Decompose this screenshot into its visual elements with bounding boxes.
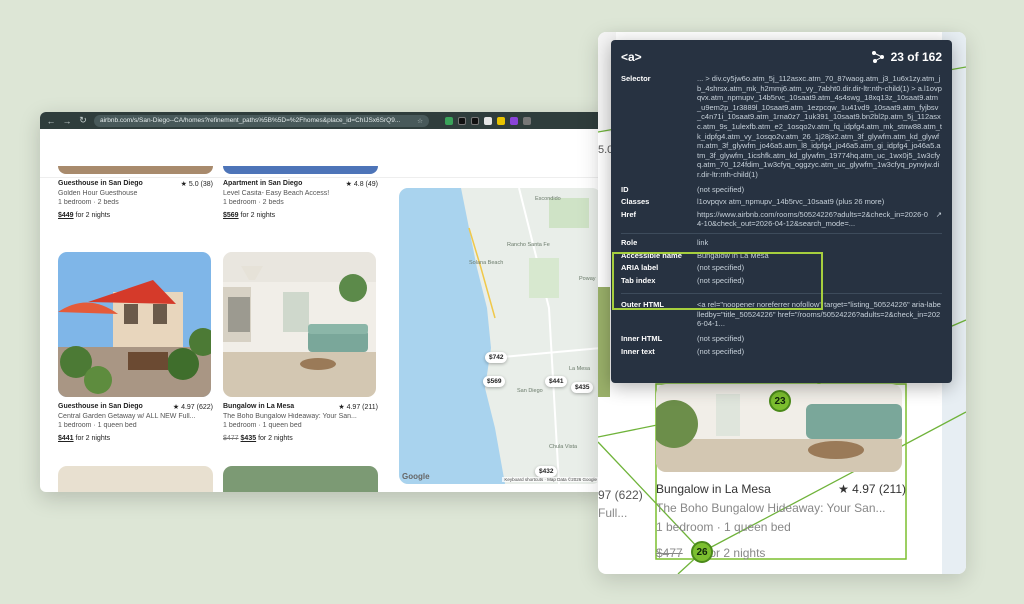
selector-value: ... > div.cy5jw6o.atm_5j_112asxc.atm_70_…: [697, 74, 943, 179]
listing-title: Guesthouse in San Diego: [58, 403, 143, 410]
element-marker-26[interactable]: 26: [691, 541, 713, 563]
href-label: Href: [621, 209, 637, 219]
listing-photo[interactable]: [223, 166, 378, 174]
extension-icon[interactable]: [484, 116, 492, 125]
listing-price: $569 for 2 nights: [223, 212, 276, 219]
reload-icon[interactable]: ↻: [78, 115, 88, 126]
zoomed-listing-desc: The Boho Bungalow Hideaway: Your San...: [656, 501, 886, 515]
listing-beds: 1 bedroom · 1 queen bed: [223, 422, 302, 429]
listing-title: Guesthouse in San Diego: [58, 180, 143, 187]
listing-photo[interactable]: [223, 252, 376, 397]
listing-title: Bungalow in La Mesa: [223, 403, 295, 410]
browser-window: ← → ↻ airbnb.com/s/San-Diego--CA/homes?r…: [40, 112, 610, 492]
price-pin[interactable]: $441: [545, 376, 568, 387]
listing-desc: The Boho Bungalow Hideaway: Your San...: [223, 413, 357, 420]
inner-html-label: Inner HTML: [621, 334, 663, 344]
divider: [621, 232, 942, 234]
zoomed-listing-rating: ★ 4.97 (211): [838, 482, 906, 496]
listing-card[interactable]: [223, 466, 378, 492]
element-tag: <a>: [621, 50, 642, 64]
price-pin[interactable]: $432: [535, 466, 558, 477]
left-desc: Full...: [598, 506, 628, 520]
listing-price: $477 $435 for 2 nights: [223, 435, 293, 442]
map[interactable]: Escondido Rancho Santa Fe Solana Beach P…: [399, 188, 601, 484]
listing-photo[interactable]: [58, 166, 213, 174]
listing-price: $449 for 2 nights: [58, 212, 111, 219]
listing-rating: ★ 4.97 (211): [338, 404, 378, 411]
role-value: link: [697, 237, 709, 247]
extension-icon[interactable]: [523, 116, 531, 125]
listing-rating: ★ 4.97 (622): [172, 404, 213, 411]
listing-card[interactable]: Apartment in San Diego ★ 4.8 (49) Level C…: [223, 166, 378, 219]
left-rating: 97 (622): [598, 488, 643, 502]
price-pin[interactable]: $569: [483, 376, 506, 387]
inner-text-value: (not specified): [697, 346, 745, 356]
address-bar[interactable]: airbnb.com/s/San-Diego--CA/homes?refinem…: [94, 114, 429, 127]
extension-icon[interactable]: [458, 116, 466, 125]
element-count: 23 of 162: [890, 50, 942, 64]
url-text: airbnb.com/s/San-Diego--CA/homes?refinem…: [100, 117, 401, 124]
listing-card[interactable]: Guesthouse in San Diego ★ 4.97 (622) Cent…: [58, 252, 213, 442]
listing-photo[interactable]: [58, 466, 213, 492]
extension-icon[interactable]: [510, 116, 518, 125]
listing-desc: Central Garden Getaway w/ ALL NEW Full..…: [58, 413, 196, 420]
role-label: Role: [621, 237, 638, 247]
inner-text-label: Inner text: [621, 346, 655, 356]
accessibility-highlight: [612, 252, 823, 310]
listing-desc: Level Casita- Easy Beach Access!: [223, 190, 330, 197]
map-label: La Mesa: [569, 366, 591, 372]
listing-price: $441 for 2 nights: [58, 435, 111, 442]
listing-rating: ★ 5.0 (38): [180, 181, 213, 188]
listing-beds: 1 bedroom · 2 beds: [58, 199, 119, 206]
map-label: Chula Vista: [549, 444, 578, 450]
zoomed-listing-beds: 1 bedroom · 1 queen bed: [656, 520, 791, 534]
classes-value: l1ovpqvx atm_npmupv_14b5rvc_10saat9 (plu…: [697, 197, 885, 207]
map-label: Poway: [579, 276, 596, 282]
graph-icon[interactable]: [871, 50, 885, 64]
extensions-bar: [445, 116, 531, 125]
id-label: ID: [621, 184, 629, 194]
price-pin[interactable]: $742: [485, 352, 508, 363]
map-label: Solana Beach: [469, 260, 504, 266]
href-value[interactable]: https://www.airbnb.com/rooms/50524226?ad…: [697, 210, 932, 229]
zoomed-listing-title: Bungalow in La Mesa: [656, 482, 771, 496]
listing-title: Apartment in San Diego: [223, 180, 303, 187]
map-label: San Diego: [517, 388, 543, 394]
listing-card[interactable]: Bungalow in La Mesa ★ 4.97 (211) The Boho…: [223, 252, 378, 442]
listing-rating: ★ 4.8 (49): [345, 181, 378, 188]
listing-card[interactable]: [58, 466, 213, 492]
listing-beds: 1 bedroom · 1 queen bed: [58, 422, 137, 429]
google-logo: Google: [402, 472, 430, 481]
id-value: (not specified): [697, 184, 745, 194]
extension-icon[interactable]: [445, 116, 453, 125]
extension-icon[interactable]: [497, 116, 505, 125]
listing-beds: 1 bedroom · 2 beds: [223, 199, 284, 206]
map-footer[interactable]: Keyboard shortcuts · Map Data ©2026 Goog…: [502, 477, 599, 482]
selector-label: Selector: [621, 74, 651, 83]
classes-label: Classes: [621, 197, 650, 207]
bookmark-star-icon[interactable]: ☆: [417, 117, 423, 125]
map-label: Escondido: [535, 196, 561, 202]
price-pin[interactable]: $435: [571, 382, 594, 393]
listing-photo[interactable]: [223, 466, 378, 492]
inspector-tooltip: <a> 23 of 162 Selector ... > div.cy5jw6o…: [611, 40, 952, 383]
browser-toolbar: ← → ↻ airbnb.com/s/San-Diego--CA/homes?r…: [40, 112, 610, 129]
external-link-icon[interactable]: ↗: [936, 210, 942, 229]
inner-html-value: (not specified): [697, 334, 745, 344]
listing-card[interactable]: Guesthouse in San Diego ★ 5.0 (38) Golden…: [58, 166, 213, 219]
back-icon[interactable]: ←: [46, 116, 56, 126]
forward-icon[interactable]: →: [62, 116, 72, 126]
map-label: Rancho Santa Fe: [507, 242, 550, 248]
listing-photo[interactable]: [58, 252, 211, 397]
listing-desc: Golden Hour Guesthouse: [58, 190, 138, 197]
element-marker-23[interactable]: 23: [769, 390, 791, 412]
extension-icon[interactable]: [471, 116, 479, 125]
